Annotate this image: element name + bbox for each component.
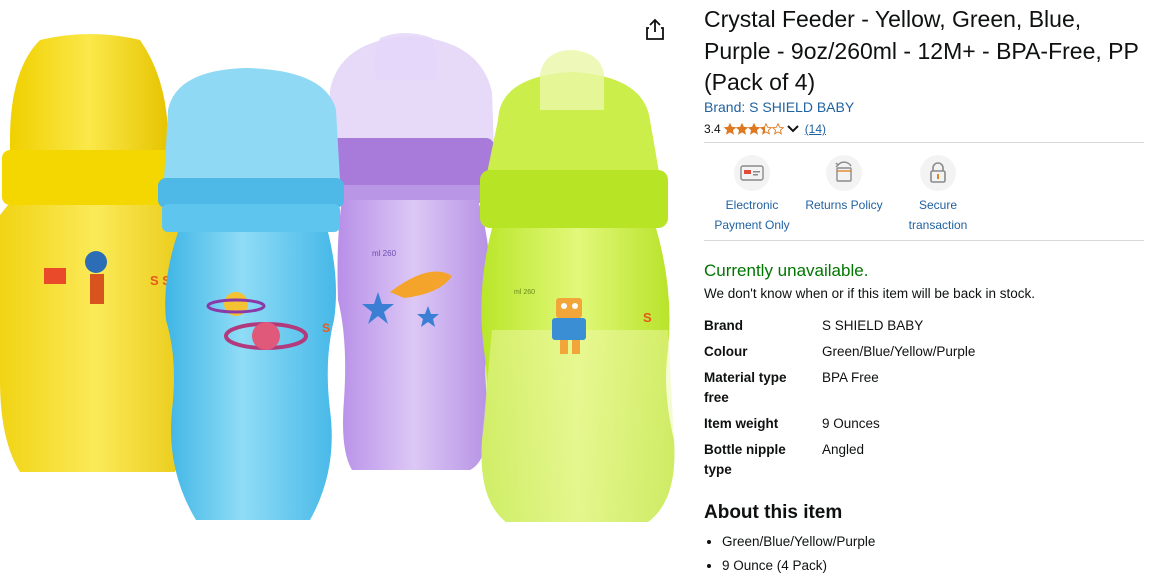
spec-key: Colour <box>704 344 748 359</box>
star-icon <box>771 123 784 135</box>
rating-value: 3.4 <box>704 122 721 136</box>
about-list: Green/Blue/Yellow/Purple 9 Ounce (4 Pack… <box>704 530 875 578</box>
baby-bottles-illustration: S SH ml 260 S S ml 260 <box>0 33 675 522</box>
feature-label: transaction <box>908 218 968 232</box>
star-icon <box>723 123 736 135</box>
spec-key: Material type free <box>704 370 787 405</box>
spec-row: Colour Green/Blue/Yellow/Purple <box>704 342 975 368</box>
card-payment-icon <box>734 155 770 191</box>
star-icon <box>735 123 748 135</box>
spec-value: S SHIELD BABY <box>822 318 924 333</box>
list-item: 9 Ounce (4 Pack) <box>722 554 875 578</box>
feature-returns-policy[interactable]: Returns Policy <box>800 155 888 215</box>
spec-value: Green/Blue/Yellow/Purple <box>822 344 976 359</box>
green-bottle: S ml 260 <box>480 50 675 522</box>
feature-label: Returns Policy <box>805 198 883 212</box>
svg-text:S: S <box>643 310 652 325</box>
spec-row: Brand S SHIELD BABY <box>704 316 975 342</box>
availability-status: Currently unavailable. <box>704 261 869 280</box>
svg-text:ml 260: ml 260 <box>514 289 535 296</box>
share-icon <box>646 18 664 40</box>
purple-bottle: ml 260 <box>326 33 494 470</box>
star-rating[interactable] <box>723 123 784 135</box>
product-image[interactable]: S SH ml 260 S S ml 260 <box>0 0 680 588</box>
padlock-icon <box>920 155 956 191</box>
feature-label: Payment Only <box>714 218 790 232</box>
feature-secure-transaction[interactable]: Secure transaction <box>894 155 982 235</box>
spec-key: Bottle nipple type <box>704 442 786 477</box>
product-specs-table: Brand S SHIELD BABY Colour Green/Blue/Ye… <box>704 316 975 486</box>
list-item: Green/Blue/Yellow/Purple <box>722 530 875 554</box>
star-icon <box>747 123 760 135</box>
spec-key: Item weight <box>704 416 779 431</box>
feature-label: Electronic <box>725 198 779 212</box>
spec-row: Material type free BPA Free <box>704 368 975 414</box>
feature-electronic-payment[interactable]: Electronic Payment Only <box>706 155 798 235</box>
spec-value: Angled <box>822 442 865 457</box>
about-heading: About this item <box>704 502 843 523</box>
rating-row: 3.4 (14) <box>704 122 826 136</box>
star-icon <box>759 123 772 135</box>
product-title: Crystal Feeder - Yellow, Green, Blue, Pu… <box>704 6 1139 95</box>
availability-note: We don't know when or if this item will … <box>704 286 1035 301</box>
feature-label: Secure <box>918 198 958 212</box>
svg-text:S: S <box>322 321 330 335</box>
blue-bottle: S <box>158 68 344 520</box>
divider <box>704 142 1144 143</box>
divider <box>704 240 1144 241</box>
svg-text:ml 260: ml 260 <box>372 249 397 258</box>
spec-value: BPA Free <box>822 370 879 385</box>
returns-policy-icon <box>826 155 862 191</box>
yellow-bottle: S SH <box>0 34 192 472</box>
spec-value: 9 Ounces <box>822 416 880 431</box>
chevron-down-icon[interactable] <box>786 124 799 134</box>
rating-count-link[interactable]: (14) <box>805 122 826 136</box>
spec-row: Item weight 9 Ounces <box>704 414 975 440</box>
spec-row: Bottle nipple type Angled <box>704 440 975 486</box>
share-button[interactable] <box>640 14 670 44</box>
spec-key: Brand <box>704 318 744 333</box>
brand-link[interactable]: Brand: S SHIELD BABY <box>704 99 854 115</box>
